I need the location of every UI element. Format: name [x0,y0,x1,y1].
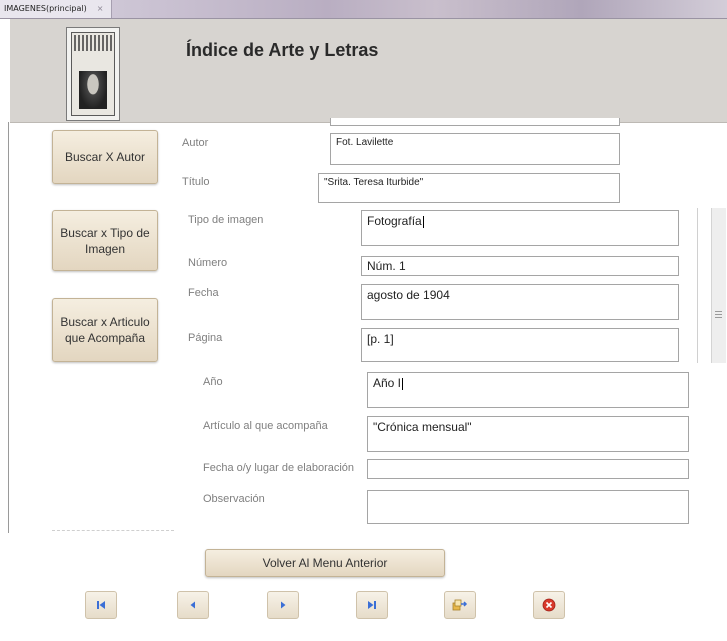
image-type-field[interactable]: Fotografía [361,210,679,246]
page-field[interactable]: [p. 1] [361,328,679,362]
text-cursor [422,215,424,228]
image-type-label: Tipo de imagen [188,214,264,226]
scroll-edge [697,208,698,363]
previous-record-button[interactable] [177,591,209,619]
search-by-article-label: Buscar x Articulo que Acompaña [60,315,150,345]
search-by-author-label: Buscar X Autor [64,150,146,164]
image-type-value: Fotografía [367,214,422,228]
author-field[interactable]: Fot. Lavilette [330,133,620,165]
observation-field[interactable] [367,490,689,524]
left-divider [8,122,9,533]
next-record-icon [281,601,286,609]
observation-label: Observación [203,493,265,505]
search-by-article-button[interactable]: Buscar x Articulo que Acompaña [52,298,158,362]
cover-masthead [74,35,112,51]
search-by-image-type-button[interactable]: Buscar x Tipo de Imagen [52,210,158,271]
year-label: Año [203,376,223,388]
magazine-cover-thumbnail [66,27,120,121]
back-to-menu-label: Volver Al Menu Anterior [262,556,388,570]
date-label: Fecha [188,287,219,299]
window-tab[interactable]: IMAGENES(principal) × [0,0,113,18]
number-label: Número [188,257,228,269]
page-label: Página [188,332,223,344]
title-field[interactable]: "Srita. Teresa Iturbide" [318,173,620,203]
vertical-scrollbar[interactable] [711,208,726,363]
export-icon [452,599,468,611]
date-place-label: Fecha o/y lugar de elaboración [203,462,355,474]
tab-close-icon[interactable]: × [97,4,104,13]
date-field[interactable]: agosto de 1904 [361,284,679,320]
previous-record-icon [190,601,195,609]
scrollbar-grip-icon[interactable] [715,311,722,319]
search-by-image-type-label: Buscar x Tipo de Imagen [60,225,150,256]
close-icon [542,598,556,612]
next-record-button[interactable] [267,591,299,619]
article-label: Artículo al que acompaña [203,420,328,432]
export-button[interactable] [444,591,476,619]
year-value: Año I [373,376,402,390]
window-tab-title: IMAGENES(principal) [4,4,87,13]
close-form-button[interactable] [533,591,565,619]
first-record-button[interactable] [85,591,117,619]
date-place-field[interactable] [367,459,689,479]
last-record-icon [368,601,376,609]
year-field[interactable]: Año I [367,372,689,408]
cover-portrait [79,71,107,109]
back-to-menu-button[interactable]: Volver Al Menu Anterior [205,549,445,577]
last-record-button[interactable] [356,591,388,619]
page-title: Índice de Arte y Letras [186,40,379,60]
title-label: Título [182,176,210,188]
search-by-author-button[interactable]: Buscar X Autor [52,130,158,184]
first-record-icon [97,601,105,609]
previous-field-edge [330,118,620,126]
window-title-bar: IMAGENES(principal) × [0,0,727,19]
article-field[interactable]: "Crónica mensual" [367,416,689,452]
number-field[interactable]: Núm. 1 [361,256,679,276]
section-separator [52,530,174,532]
author-label: Autor [182,137,209,149]
text-cursor [402,377,404,390]
